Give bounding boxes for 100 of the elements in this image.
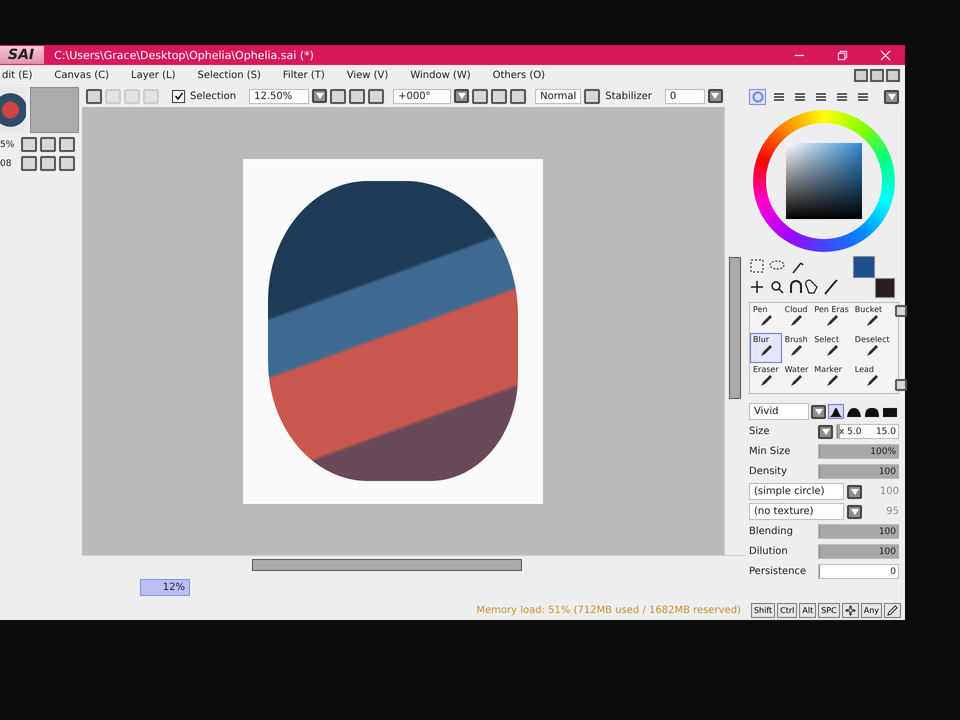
menu-item[interactable]: Filter (T) [282, 70, 325, 80]
menu-item[interactable]: Selection (S) [197, 70, 261, 80]
setting-value: 100 [878, 546, 896, 556]
zoom-dropdown[interactable] [312, 89, 328, 103]
restore-icon[interactable] [837, 50, 848, 60]
rotation-field[interactable]: +000° [393, 88, 452, 104]
selection-label: Selection [190, 90, 236, 102]
modifier-key-button[interactable]: Alt [799, 602, 816, 618]
pen-icon [887, 604, 898, 616]
navigator-thumbnail[interactable] [0, 87, 26, 133]
setting-dropdown[interactable] [847, 484, 862, 498]
caret-icon [316, 93, 324, 99]
modifier-key-button[interactable]: SPC [818, 602, 840, 618]
window-title: C:\Users\Grace\Desktop\Ophelia\Ophelia.sai (*) [54, 48, 314, 62]
panel-dropdown[interactable] [884, 90, 899, 104]
setting-slider[interactable]: 100% [818, 444, 899, 459]
brush-tip-icon [865, 406, 879, 416]
setting-slider[interactable]: 100 [818, 544, 899, 559]
caret-icon [888, 94, 896, 100]
brush-tip-icon [829, 406, 843, 416]
any-key-button[interactable]: Any [860, 602, 882, 618]
brush-icon [824, 314, 839, 328]
setting-label: Blending [749, 526, 794, 537]
arrows-icon [844, 604, 856, 616]
brush-icon [865, 344, 880, 358]
foreground-color-swatch[interactable] [853, 256, 875, 278]
brush-icon [758, 374, 773, 388]
navigator-zoom: 5% [0, 140, 16, 150]
background-color-swatch[interactable] [875, 278, 895, 298]
stabilizer-label: Stabilizer [605, 90, 652, 102]
setting-value: 0 [890, 566, 896, 576]
tool-button[interactable]: Pen Eras [811, 303, 852, 333]
stabilizer-field[interactable]: 0 [664, 88, 705, 104]
brush-tip-icon [883, 406, 897, 416]
blend-mode-field[interactable]: Normal [535, 88, 582, 104]
caret-icon [711, 93, 720, 99]
tool-button[interactable]: Lead [852, 363, 893, 393]
canvas-area[interactable] [82, 107, 724, 555]
progress-indicator: 12% [140, 578, 190, 596]
setting-label: Density [749, 466, 788, 477]
tool-button[interactable]: Bucket [852, 303, 893, 333]
setting-value: 100 [878, 526, 896, 536]
caret-icon [814, 408, 822, 414]
brush-mode-select[interactable]: Vivid [749, 403, 809, 420]
tool-button[interactable]: Water [782, 363, 812, 393]
selection-checkbox[interactable] [172, 90, 185, 102]
setting-slider[interactable]: x 5.0 15.0 [836, 424, 899, 439]
tool-button[interactable]: Deselect [852, 333, 893, 363]
setting-value: 100 [878, 466, 896, 476]
rotation-dropdown[interactable] [454, 89, 470, 103]
setting-value: 95 [885, 506, 899, 517]
memory-load-text: Memory load: 51% (712MB used / 1682MB reserved) [476, 604, 741, 616]
tool-button[interactable]: Brush [782, 333, 812, 363]
brush-icon [789, 344, 804, 358]
setting-dropdown[interactable] [847, 504, 862, 518]
setting-value: 15.0 [876, 426, 896, 436]
tool-button[interactable]: Cloud [782, 303, 812, 333]
brush-tip-icon [847, 406, 861, 416]
menu-item[interactable]: Window (W) [410, 70, 471, 80]
navigator-preview [30, 87, 79, 133]
brush-icon [824, 344, 839, 358]
brush-icon [824, 374, 839, 388]
modifier-key-button[interactable]: Shift [750, 602, 776, 618]
tool-button[interactable]: Marker [811, 363, 852, 393]
zoom-field[interactable]: 12.50% [249, 88, 310, 104]
lines-icon [814, 91, 826, 103]
setting-label: Min Size [749, 446, 792, 457]
stabilizer-dropdown[interactable] [708, 89, 723, 103]
brush-mode-dropdown[interactable] [811, 404, 826, 418]
brush-icon [789, 374, 804, 388]
menu-item[interactable]: Canvas (C) [54, 70, 110, 80]
setting-slider[interactable]: 100 [818, 464, 899, 479]
brush-icon [758, 314, 773, 328]
size-multiplier: x 5.0 [839, 426, 862, 436]
menu-item[interactable]: dit (E) [2, 70, 32, 80]
app-logo: SAI [0, 46, 44, 64]
tool-button[interactable]: Eraser [750, 363, 782, 393]
tool-button[interactable]: Blur [750, 333, 782, 363]
modifier-key-button[interactable]: Ctrl [777, 602, 798, 618]
brush-icon [758, 344, 773, 358]
setting-value: 100% [870, 446, 896, 456]
menu-item[interactable]: Layer (L) [131, 70, 176, 80]
tool-button[interactable]: Pen [750, 303, 782, 333]
lines-icon [836, 91, 848, 103]
setting-label: Dilution [749, 546, 789, 557]
setting-slider[interactable]: 100 [818, 524, 899, 539]
brush-icon [865, 374, 880, 388]
brush-icon [789, 314, 804, 328]
saturation-square[interactable] [786, 143, 862, 219]
menu-item[interactable]: Others (O) [492, 70, 546, 80]
pen-key-button[interactable] [884, 602, 901, 618]
lines-icon [856, 91, 868, 103]
menu-item[interactable]: View (V) [346, 70, 388, 80]
setting-slider[interactable]: 0 [818, 564, 899, 579]
lines-icon [772, 91, 784, 103]
size-dropdown[interactable] [818, 424, 833, 438]
rotate-key-button[interactable] [842, 602, 859, 618]
close-icon[interactable] [880, 50, 891, 60]
brush-tip-button[interactable] [828, 404, 844, 419]
tool-button[interactable]: Select [811, 333, 852, 363]
